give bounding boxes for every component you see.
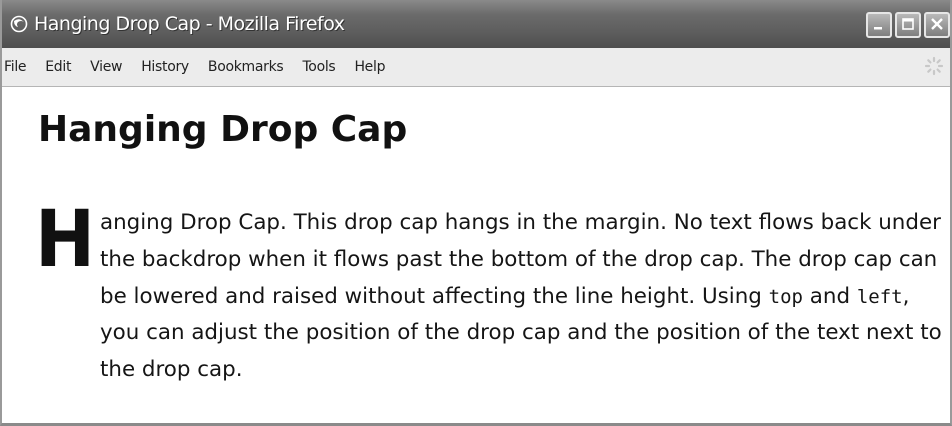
menu-history[interactable]: History	[141, 59, 189, 75]
minimize-button[interactable]	[866, 12, 892, 38]
body-paragraph: anging Drop Cap. This drop cap hangs in …	[100, 205, 945, 389]
title-bar[interactable]: Hanging Drop Cap - Mozilla Firefox	[2, 0, 950, 48]
close-button[interactable]	[924, 12, 950, 38]
paragraph-text-and: and	[803, 283, 857, 309]
menu-help[interactable]: Help	[354, 59, 385, 75]
menu-tools[interactable]: Tools	[302, 59, 335, 75]
window-title: Hanging Drop Cap - Mozilla Firefox	[34, 13, 345, 35]
menu-view[interactable]: View	[90, 59, 122, 75]
window-controls	[866, 12, 950, 38]
page-title: Hanging Drop Cap	[38, 109, 408, 150]
code-top: top	[768, 285, 803, 308]
close-icon	[930, 16, 944, 35]
minimize-icon	[872, 16, 886, 35]
browser-window: Hanging Drop Cap - Mozilla Firefox File …	[0, 0, 952, 426]
menu-file[interactable]: File	[4, 59, 27, 75]
throbber-icon	[924, 56, 944, 80]
menu-bar: File Edit View History Bookmarks Tools H…	[2, 48, 950, 87]
menu-bookmarks[interactable]: Bookmarks	[208, 59, 284, 75]
firefox-icon	[9, 14, 29, 34]
maximize-button[interactable]	[895, 12, 921, 38]
drop-cap: H	[35, 195, 96, 285]
maximize-icon	[901, 16, 915, 35]
menu-edit[interactable]: Edit	[45, 59, 71, 75]
code-left: left	[856, 285, 903, 308]
